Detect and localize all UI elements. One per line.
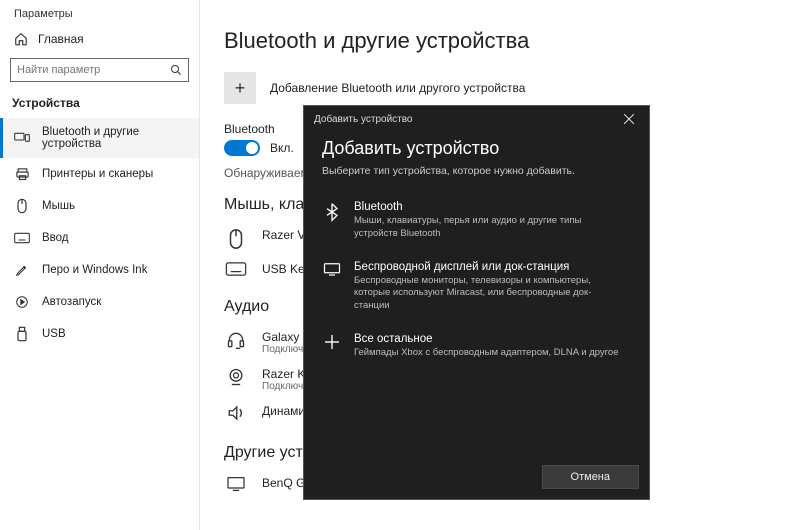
sidebar-item-usb[interactable]: USB (0, 318, 199, 350)
bluetooth-toggle[interactable] (224, 140, 260, 156)
devices-icon (14, 130, 30, 146)
home-label: Главная (38, 32, 84, 46)
dialog-titlebar-text: Добавить устройство (314, 114, 413, 125)
sidebar-item-autoplay[interactable]: Автозапуск (0, 286, 199, 318)
sidebar-item-label: Перо и Windows Ink (42, 264, 147, 276)
sidebar-item-label: Мышь (42, 200, 75, 212)
bluetooth-icon (322, 201, 342, 241)
usb-icon (14, 326, 30, 342)
pen-icon (14, 262, 30, 278)
option-desc: Беспроводные мониторы, телевизоры и комп… (354, 275, 624, 313)
sidebar: Параметры Главная Устройства Bluetooth и… (0, 0, 200, 530)
toggle-label: Вкл. (270, 141, 294, 155)
sidebar-item-mouse[interactable]: Мышь (0, 190, 199, 222)
add-device-dialog: Добавить устройство Добавить устройство … (303, 105, 650, 500)
webcam-icon (224, 367, 248, 387)
sidebar-item-pen[interactable]: Перо и Windows Ink (0, 254, 199, 286)
sidebar-item-bluetooth[interactable]: Bluetooth и другие устройства (0, 118, 199, 158)
sidebar-item-printers[interactable]: Принтеры и сканеры (0, 158, 199, 190)
autoplay-icon (14, 294, 30, 310)
keyboard-icon (14, 230, 30, 246)
plus-icon (322, 333, 342, 360)
add-device-button[interactable]: + Добавление Bluetooth или другого устро… (224, 72, 776, 104)
monitor-icon (224, 476, 248, 492)
window-title: Параметры (0, 6, 199, 26)
search-field[interactable] (17, 64, 170, 76)
sidebar-item-label: Принтеры и сканеры (42, 168, 153, 180)
mouse-icon (224, 228, 248, 250)
sidebar-item-label: Bluetooth и другие устройства (42, 126, 199, 150)
sidebar-group-label: Устройства (0, 92, 199, 118)
sidebar-item-home[interactable]: Главная (0, 26, 199, 52)
headset-icon (224, 330, 248, 350)
dialog-heading: Добавить устройство (322, 138, 631, 159)
search-input[interactable] (10, 58, 189, 82)
dialog-hint: Выберите тип устройства, которое нужно д… (322, 165, 631, 177)
printer-icon (14, 166, 30, 182)
option-wireless-display[interactable]: Беспроводной дисплей или док-станция Бес… (322, 251, 631, 323)
speaker-icon (224, 404, 248, 422)
sidebar-item-label: Автозапуск (42, 296, 101, 308)
option-bluetooth[interactable]: Bluetooth Мыши, клавиатуры, перья или ау… (322, 191, 631, 251)
search-icon (170, 64, 182, 76)
option-everything-else[interactable]: Все остальное Геймпады Xbox с беспроводн… (322, 323, 631, 370)
option-title: Беспроводной дисплей или док-станция (354, 261, 624, 273)
sidebar-item-label: USB (42, 328, 66, 340)
mouse-icon (14, 198, 30, 214)
sidebar-item-label: Ввод (42, 232, 69, 244)
option-desc: Геймпады Xbox с беспроводным адаптером, … (354, 347, 619, 360)
option-desc: Мыши, клавиатуры, перья или аудио и друг… (354, 215, 624, 241)
page-title: Bluetooth и другие устройства (224, 0, 776, 72)
option-title: Bluetooth (354, 201, 624, 213)
close-button[interactable] (617, 107, 641, 131)
keyboard-icon (224, 262, 248, 276)
sidebar-item-typing[interactable]: Ввод (0, 222, 199, 254)
plus-icon: + (224, 72, 256, 104)
display-icon (322, 261, 342, 313)
option-title: Все остальное (354, 333, 619, 345)
dialog-titlebar: Добавить устройство (304, 106, 649, 132)
cancel-button[interactable]: Отмена (542, 465, 639, 489)
add-device-label: Добавление Bluetooth или другого устройс… (270, 81, 525, 95)
home-icon (14, 32, 28, 46)
